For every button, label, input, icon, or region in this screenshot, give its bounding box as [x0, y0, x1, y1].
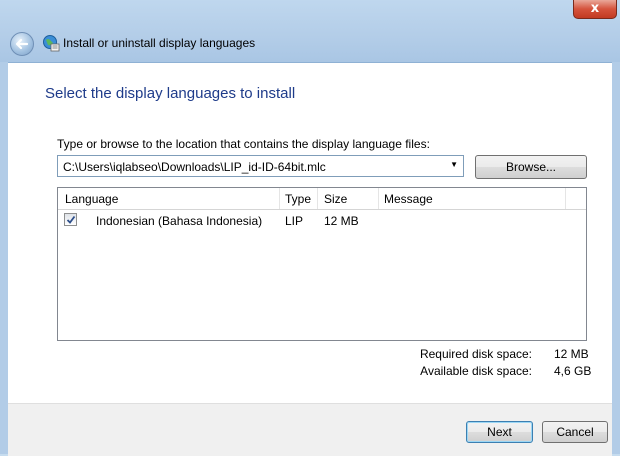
required-disk-value: 12 MB: [554, 347, 589, 361]
row-type: LIP: [285, 214, 304, 228]
button-bar: Next Cancel: [8, 403, 612, 456]
row-size: 12 MB: [324, 214, 359, 228]
window-frame-right: [612, 62, 620, 454]
cancel-button[interactable]: Cancel: [542, 421, 608, 443]
dropdown-arrow-icon[interactable]: ▼: [450, 160, 458, 169]
required-disk-label: Required disk space:: [419, 347, 532, 361]
back-arrow-icon: [15, 38, 29, 50]
back-button[interactable]: [10, 32, 34, 56]
window-title: Install or uninstall display languages: [63, 36, 256, 50]
location-prompt: Type or browse to the location that cont…: [57, 137, 430, 151]
column-header-type[interactable]: Type: [285, 192, 311, 206]
path-combobox[interactable]: C:\Users\iqlabseo\Downloads\LIP_id-ID-64…: [57, 155, 464, 177]
close-icon: x: [590, 1, 600, 16]
column-header-language[interactable]: Language: [65, 192, 118, 206]
close-button[interactable]: x: [573, 0, 617, 19]
language-checkbox[interactable]: [64, 213, 77, 226]
language-globe-icon: [43, 35, 60, 52]
content-area: Select the display languages to install …: [8, 62, 612, 456]
browse-button[interactable]: Browse...: [475, 155, 587, 179]
language-list[interactable]: Language Type Size Message Indonesian (B…: [57, 187, 587, 341]
path-value: C:\Users\iqlabseo\Downloads\LIP_id-ID-64…: [63, 160, 326, 174]
list-header: Language Type Size Message: [58, 188, 586, 210]
window-frame: [0, 0, 620, 62]
page-heading: Select the display languages to install: [45, 85, 296, 102]
column-header-size[interactable]: Size: [324, 192, 347, 206]
available-disk-label: Available disk space:: [420, 364, 532, 378]
checkmark-icon: [66, 215, 76, 224]
column-header-message[interactable]: Message: [384, 192, 433, 206]
available-disk-value: 4,6 GB: [554, 364, 592, 378]
next-button[interactable]: Next: [466, 421, 533, 443]
window-frame-left: [0, 62, 8, 454]
row-language: Indonesian (Bahasa Indonesia): [96, 214, 263, 228]
list-item[interactable]: Indonesian (Bahasa Indonesia) LIP 12 MB: [58, 210, 586, 230]
